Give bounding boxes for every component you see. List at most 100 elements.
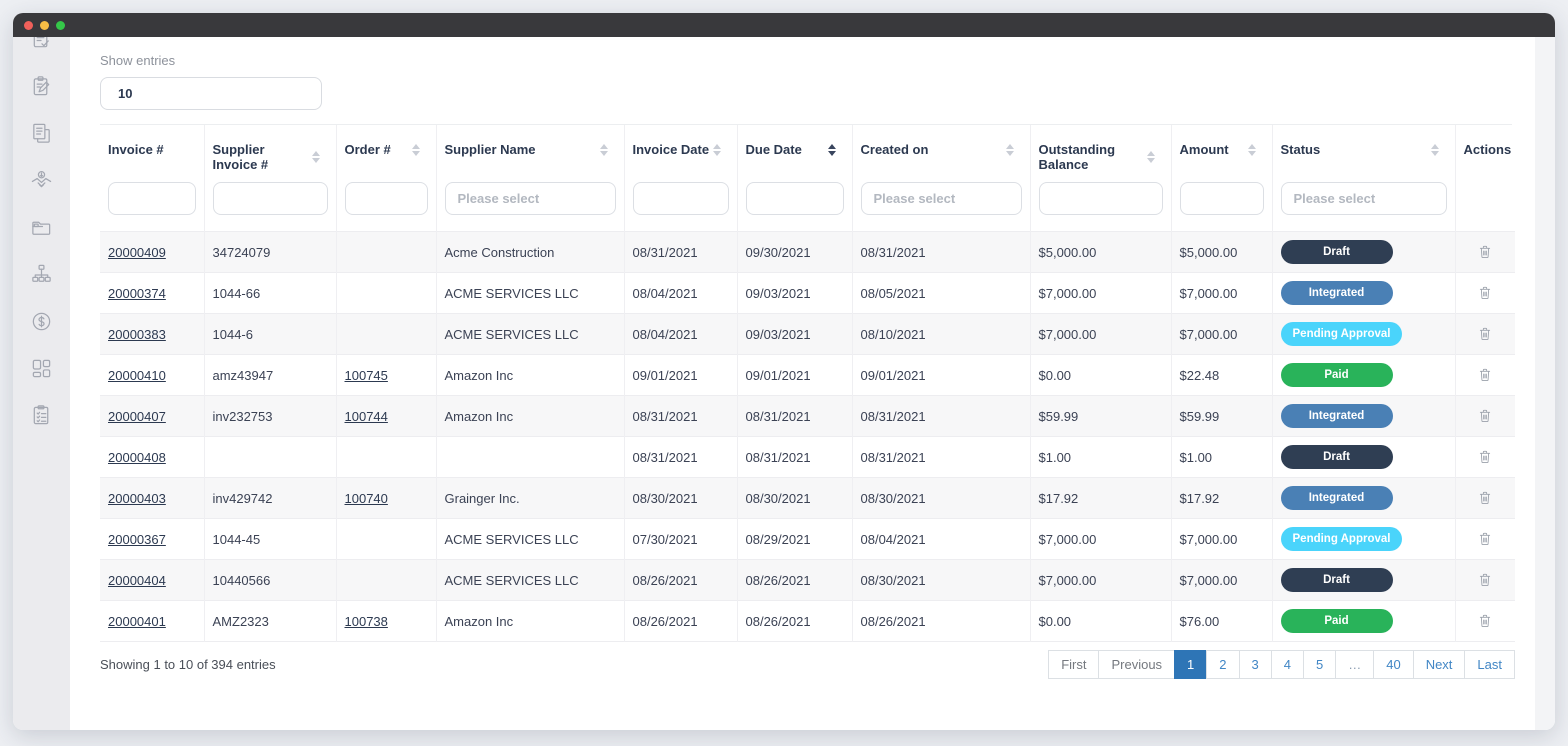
filter-select-created_on[interactable] xyxy=(861,182,1022,215)
actions-cell xyxy=(1455,355,1515,396)
delete-invoice-button[interactable] xyxy=(1475,282,1495,304)
sidebar-item-invoice-check-icon[interactable] xyxy=(30,37,54,51)
sidebar-item-documents-icon[interactable] xyxy=(30,121,54,145)
filter-select-supplier_name[interactable] xyxy=(445,182,616,215)
column-header-supplier_invoice[interactable]: Supplier Invoice # xyxy=(204,125,336,178)
invoice-number-link[interactable]: 20000404 xyxy=(108,573,166,588)
invoice-number-link[interactable]: 20000367 xyxy=(108,532,166,547)
supplier-invoice-cell: 1044-6 xyxy=(204,314,336,355)
sort-arrows-icon[interactable] xyxy=(1006,144,1014,156)
delete-invoice-button[interactable] xyxy=(1475,569,1495,591)
sidebar-item-checklist-icon[interactable] xyxy=(30,403,54,427)
sort-arrows-icon[interactable] xyxy=(1147,151,1155,163)
sidebar-item-folder-icon[interactable] xyxy=(30,215,54,239)
page-button-4[interactable]: 4 xyxy=(1271,650,1304,679)
page-button-40[interactable]: 40 xyxy=(1373,650,1413,679)
invoice-number-cell: 20000404 xyxy=(100,560,204,601)
sidebar-item-clipboard-edit-icon[interactable] xyxy=(30,74,54,98)
sort-arrows-icon[interactable] xyxy=(312,151,320,163)
status-cell: Draft xyxy=(1272,437,1455,478)
sort-arrows-icon[interactable] xyxy=(1431,144,1439,156)
minimize-window-button[interactable] xyxy=(40,21,49,30)
created-on-cell: 08/04/2021 xyxy=(852,519,1030,560)
filter-input-supplier_invoice[interactable] xyxy=(213,182,328,215)
sidebar-item-handshake-icon[interactable] xyxy=(30,168,54,192)
amount-value: $17.92 xyxy=(1180,491,1220,506)
filter-input-amount[interactable] xyxy=(1180,182,1264,215)
order-number-link[interactable]: 100744 xyxy=(345,409,388,424)
invoice-date-value: 07/30/2021 xyxy=(633,532,698,547)
delete-invoice-button[interactable] xyxy=(1475,364,1495,386)
delete-invoice-button[interactable] xyxy=(1475,528,1495,550)
order-number-link[interactable]: 100740 xyxy=(345,491,388,506)
show-entries-select[interactable]: 10 xyxy=(100,77,322,110)
invoice-number-cell: 20000410 xyxy=(100,355,204,396)
page-button-5[interactable]: 5 xyxy=(1303,650,1336,679)
page-button-previous[interactable]: Previous xyxy=(1098,650,1175,679)
delete-invoice-button[interactable] xyxy=(1475,446,1495,468)
page-button-last[interactable]: Last xyxy=(1464,650,1515,679)
page-button-first[interactable]: First xyxy=(1048,650,1099,679)
sidebar-item-dollar-circle-icon[interactable] xyxy=(30,309,54,333)
sort-arrows-icon[interactable] xyxy=(713,144,721,156)
status-cell: Integrated xyxy=(1272,478,1455,519)
order-number-link[interactable]: 100738 xyxy=(345,614,388,629)
page-button-3[interactable]: 3 xyxy=(1239,650,1272,679)
delete-invoice-button[interactable] xyxy=(1475,610,1495,632)
filter-input-invoice_date[interactable] xyxy=(633,182,729,215)
column-label: Status xyxy=(1281,142,1321,157)
supplier-name-cell: ACME SERVICES LLC xyxy=(436,314,624,355)
delete-invoice-button[interactable] xyxy=(1475,487,1495,509)
column-header-amount[interactable]: Amount xyxy=(1171,125,1272,178)
column-header-due_date[interactable]: Due Date xyxy=(737,125,852,178)
sidebar-item-sitemap-icon[interactable] xyxy=(30,262,54,286)
sort-arrows-icon[interactable] xyxy=(600,144,608,156)
column-header-supplier_name[interactable]: Supplier Name xyxy=(436,125,624,178)
column-header-status[interactable]: Status xyxy=(1272,125,1455,178)
column-header-outstanding[interactable]: Outstanding Balance xyxy=(1030,125,1171,178)
sort-arrows-icon[interactable] xyxy=(412,144,420,156)
close-window-button[interactable] xyxy=(24,21,33,30)
supplier-name-value: Acme Construction xyxy=(445,245,555,260)
invoice-number-link[interactable]: 20000407 xyxy=(108,409,166,424)
status-cell: Pending Approval xyxy=(1272,519,1455,560)
zoom-window-button[interactable] xyxy=(56,21,65,30)
delete-invoice-button[interactable] xyxy=(1475,323,1495,345)
status-badge: Pending Approval xyxy=(1281,322,1403,346)
filter-input-invoice[interactable] xyxy=(108,182,196,215)
page-button-next[interactable]: Next xyxy=(1413,650,1466,679)
delete-invoice-button[interactable] xyxy=(1475,405,1495,427)
invoice-date-cell: 08/04/2021 xyxy=(624,273,737,314)
trash-icon xyxy=(1477,612,1493,630)
column-header-created_on[interactable]: Created on xyxy=(852,125,1030,178)
invoice-number-link[interactable]: 20000403 xyxy=(108,491,166,506)
amount-value: $22.48 xyxy=(1180,368,1220,383)
order-number-link[interactable]: 100745 xyxy=(345,368,388,383)
invoice-number-link[interactable]: 20000374 xyxy=(108,286,166,301)
delete-invoice-button[interactable] xyxy=(1475,241,1495,263)
column-header-order[interactable]: Order # xyxy=(336,125,436,178)
created-on-value: 09/01/2021 xyxy=(861,368,926,383)
created-on-cell: 08/05/2021 xyxy=(852,273,1030,314)
actions-cell xyxy=(1455,601,1515,642)
page-button-2[interactable]: 2 xyxy=(1206,650,1239,679)
invoice-number-link[interactable]: 20000409 xyxy=(108,245,166,260)
column-header-invoice_date[interactable]: Invoice Date xyxy=(624,125,737,178)
filter-input-outstanding[interactable] xyxy=(1039,182,1163,215)
supplier-name-value: ACME SERVICES LLC xyxy=(445,573,579,588)
invoice-number-link[interactable]: 20000410 xyxy=(108,368,166,383)
sidebar-item-grid-icon[interactable] xyxy=(30,356,54,380)
invoice-number-link[interactable]: 20000401 xyxy=(108,614,166,629)
table-row: 2000040934724079Acme Construction08/31/2… xyxy=(100,232,1515,273)
invoice-number-link[interactable]: 20000408 xyxy=(108,450,166,465)
sort-arrows-icon[interactable] xyxy=(828,144,836,156)
filter-input-due_date[interactable] xyxy=(746,182,844,215)
page-button-1[interactable]: 1 xyxy=(1174,650,1207,679)
scrollbar-track[interactable] xyxy=(1535,37,1555,730)
column-header-actions: Actions xyxy=(1455,125,1515,178)
filter-select-status[interactable] xyxy=(1281,182,1447,215)
invoice-number-link[interactable]: 20000383 xyxy=(108,327,166,342)
sort-arrows-icon[interactable] xyxy=(1248,144,1256,156)
filter-input-order[interactable] xyxy=(345,182,428,215)
table-row: 20000410amz43947100745Amazon Inc09/01/20… xyxy=(100,355,1515,396)
